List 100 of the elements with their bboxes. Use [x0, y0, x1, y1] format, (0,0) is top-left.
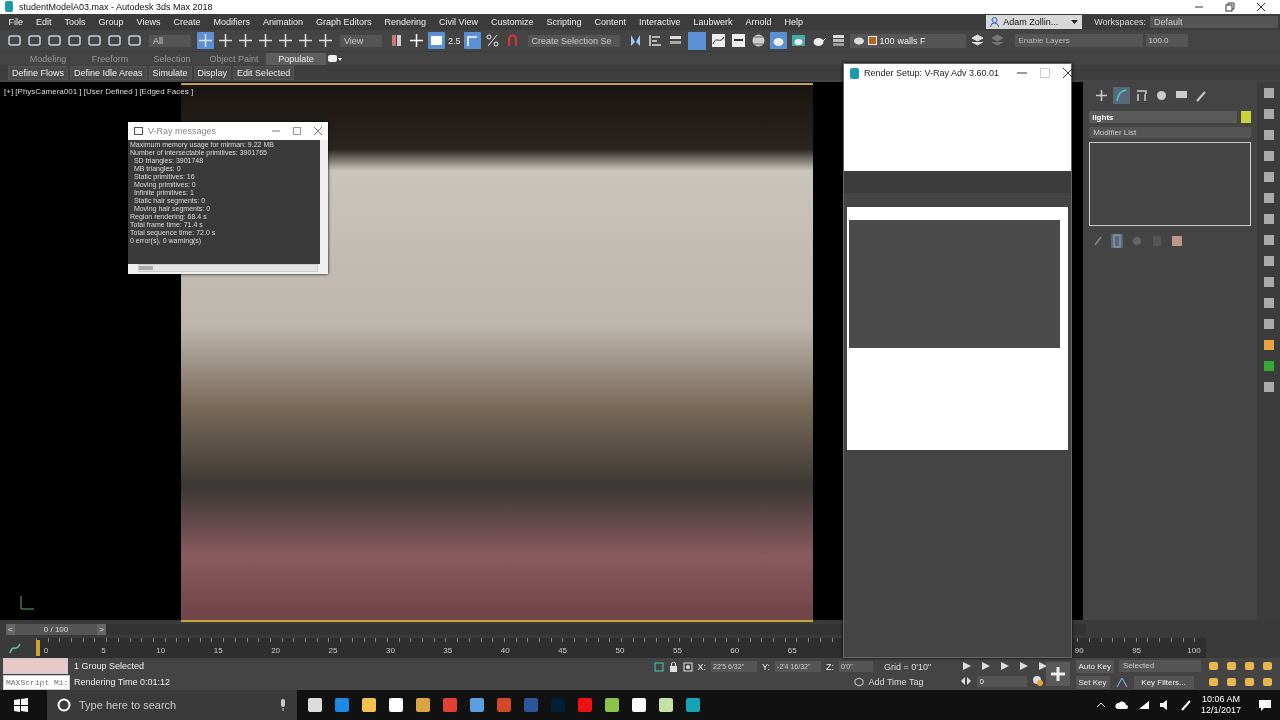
- window-icon: [134, 127, 143, 136]
- viewport-label[interactable]: [+] [PhysCamera001 ] [User Defined ] [Edged Faces ]: [4, 87, 194, 97]
- maximize-icon[interactable]: [293, 127, 301, 136]
- named-selection-dropdown[interactable]: Create Selection Se: [527, 34, 620, 47]
- menu-item[interactable]: Customize: [484, 16, 540, 27]
- frame-number: 65: [787, 646, 797, 655]
- pen-icon[interactable]: [1179, 699, 1192, 711]
- ribbon-command[interactable]: Display: [193, 65, 232, 80]
- ribbon-tab[interactable]: Selection: [142, 52, 202, 65]
- frame-number: 10: [156, 646, 166, 655]
- frame-number: 35: [443, 646, 453, 655]
- menu-item[interactable]: Content: [587, 16, 633, 27]
- set-key-plus-button[interactable]: [1045, 662, 1070, 686]
- lock-icon[interactable]: [668, 661, 678, 672]
- taskbar-search-field[interactable]: Type here to search: [47, 690, 297, 720]
- menu-item[interactable]: Laubwerk: [687, 16, 739, 27]
- curve-icon[interactable]: [1113, 87, 1131, 105]
- menu-item[interactable]: Edit: [29, 16, 59, 27]
- menu-item[interactable]: Group: [92, 16, 131, 27]
- reference-coordinate-dropdown[interactable]: View: [340, 34, 382, 47]
- frame-number: 40: [500, 646, 510, 655]
- menu-item[interactable]: Create: [166, 16, 207, 27]
- frame-number: 55: [672, 646, 682, 655]
- selection-filter-dropdown[interactable]: All: [149, 34, 191, 47]
- menu-item[interactable]: File: [2, 16, 30, 27]
- close-icon[interactable]: [1256, 1, 1266, 12]
- z-label: Z:: [826, 661, 835, 672]
- maxscript-listener-field[interactable]: MAXScript Mi:: [3, 675, 70, 690]
- modifier-list-dropdown[interactable]: Modifier List: [1089, 127, 1252, 139]
- percent-snap-icon[interactable]: [483, 32, 501, 50]
- set-key-button[interactable]: Set Key: [1075, 675, 1110, 689]
- menu-item[interactable]: Graph Editors: [309, 16, 378, 27]
- restore-icon[interactable]: [1225, 1, 1235, 12]
- object-name-field[interactable]: lights: [1089, 111, 1238, 124]
- frame-number: 5: [101, 646, 106, 655]
- curve-editor-mini-icon[interactable]: [8, 642, 22, 654]
- layer-dropdown[interactable]: 100 walls F: [849, 33, 966, 48]
- frame-number: 60: [730, 646, 740, 655]
- menu-item[interactable]: Arnold: [739, 16, 779, 27]
- cloud-icon[interactable]: [1114, 700, 1129, 710]
- menu-item[interactable]: Help: [778, 16, 810, 27]
- menu-item[interactable]: Animation: [256, 16, 310, 27]
- x-label: X:: [697, 661, 707, 672]
- auto-key-button[interactable]: Auto Key: [1075, 659, 1114, 673]
- taskbar-clock[interactable]: 10:06 AM 12/1/2017: [1200, 694, 1241, 716]
- prompt-line: Rendering Time 0:01:12: [74, 677, 171, 687]
- layer-field[interactable]: Enable Layers: [1014, 34, 1143, 48]
- user-menu[interactable]: Adam Zollin...: [986, 14, 1083, 29]
- modifier-stack[interactable]: [1089, 142, 1252, 227]
- ribbon-options-icon[interactable]: [328, 55, 342, 63]
- layer-value-field[interactable]: 100.0: [1145, 34, 1188, 48]
- chevron-up-icon[interactable]: [1095, 702, 1106, 708]
- snap-value[interactable]: 2.5: [448, 35, 461, 46]
- ribbon-command[interactable]: Define Flows: [8, 65, 69, 80]
- key-filters-button[interactable]: Key Filters...: [1133, 675, 1194, 689]
- move-gizmo-icon[interactable]: [408, 32, 425, 50]
- menu-item[interactable]: Interactive: [632, 16, 687, 27]
- ribbon-command[interactable]: Simulate: [148, 65, 192, 80]
- layer-color-swatch-icon: [867, 36, 877, 46]
- plus-icon: [1049, 666, 1066, 682]
- axis-gizmo-icon: [18, 594, 36, 613]
- frame-number: 15: [213, 646, 223, 655]
- frame-number: 45: [558, 646, 568, 655]
- add-time-tag[interactable]: Add Time Tag: [868, 677, 924, 687]
- menu-item[interactable]: Tools: [58, 16, 93, 27]
- render-setup-title: Render Setup: V-Ray Adv 3.60.01: [864, 68, 1000, 78]
- window-title: studentModelA03.max - Autodesk 3ds Max 2018: [19, 1, 213, 12]
- ribbon-tab[interactable]: Modeling: [18, 52, 78, 65]
- notification-icon[interactable]: [1258, 699, 1272, 711]
- ribbon-command[interactable]: Edit Selected: [233, 65, 295, 80]
- frame-number: 95: [1132, 646, 1142, 655]
- menu-item[interactable]: Rendering: [378, 16, 433, 27]
- windows-start-icon[interactable]: [14, 698, 28, 712]
- menu-item[interactable]: Civil View: [432, 16, 485, 27]
- menu-item[interactable]: Views: [130, 16, 167, 27]
- ribbon-tab[interactable]: Freeform: [80, 52, 140, 65]
- close-icon[interactable]: [1063, 68, 1074, 78]
- time-slider-thumb[interactable]: < 0 / 100 >: [6, 623, 106, 635]
- vray-window-title: V-Ray messages: [148, 126, 217, 137]
- wifi-icon[interactable]: [1137, 700, 1150, 710]
- workspace-dropdown[interactable]: Default: [1150, 15, 1278, 28]
- menu-item[interactable]: Modifiers: [206, 16, 257, 27]
- current-frame-field[interactable]: 0: [976, 675, 1027, 687]
- frame-number: 100: [1187, 646, 1201, 655]
- app-logo-icon: [4, 1, 14, 13]
- vertical-scrollbar[interactable]: [320, 140, 328, 265]
- ribbon-tab[interactable]: Populate: [266, 52, 326, 65]
- selection-status: 1 Group Selected: [74, 661, 146, 671]
- key-mode-dropdown[interactable]: Selected: [1119, 660, 1201, 672]
- curve-editor-icon[interactable]: [709, 32, 727, 50]
- horizontal-scrollbar[interactable]: [138, 264, 318, 273]
- person-icon: [990, 16, 1000, 27]
- menu-item[interactable]: Scripting: [539, 16, 588, 27]
- frame-number: 50: [615, 646, 625, 655]
- frame-number: 90: [1074, 646, 1084, 655]
- ribbon-tab[interactable]: Object Paint: [204, 52, 264, 65]
- object-color-swatch[interactable]: [1241, 111, 1252, 124]
- app-logo-icon: [850, 67, 859, 79]
- ribbon-command[interactable]: Define Idle Areas: [70, 65, 147, 80]
- frame-number: 30: [385, 646, 395, 655]
